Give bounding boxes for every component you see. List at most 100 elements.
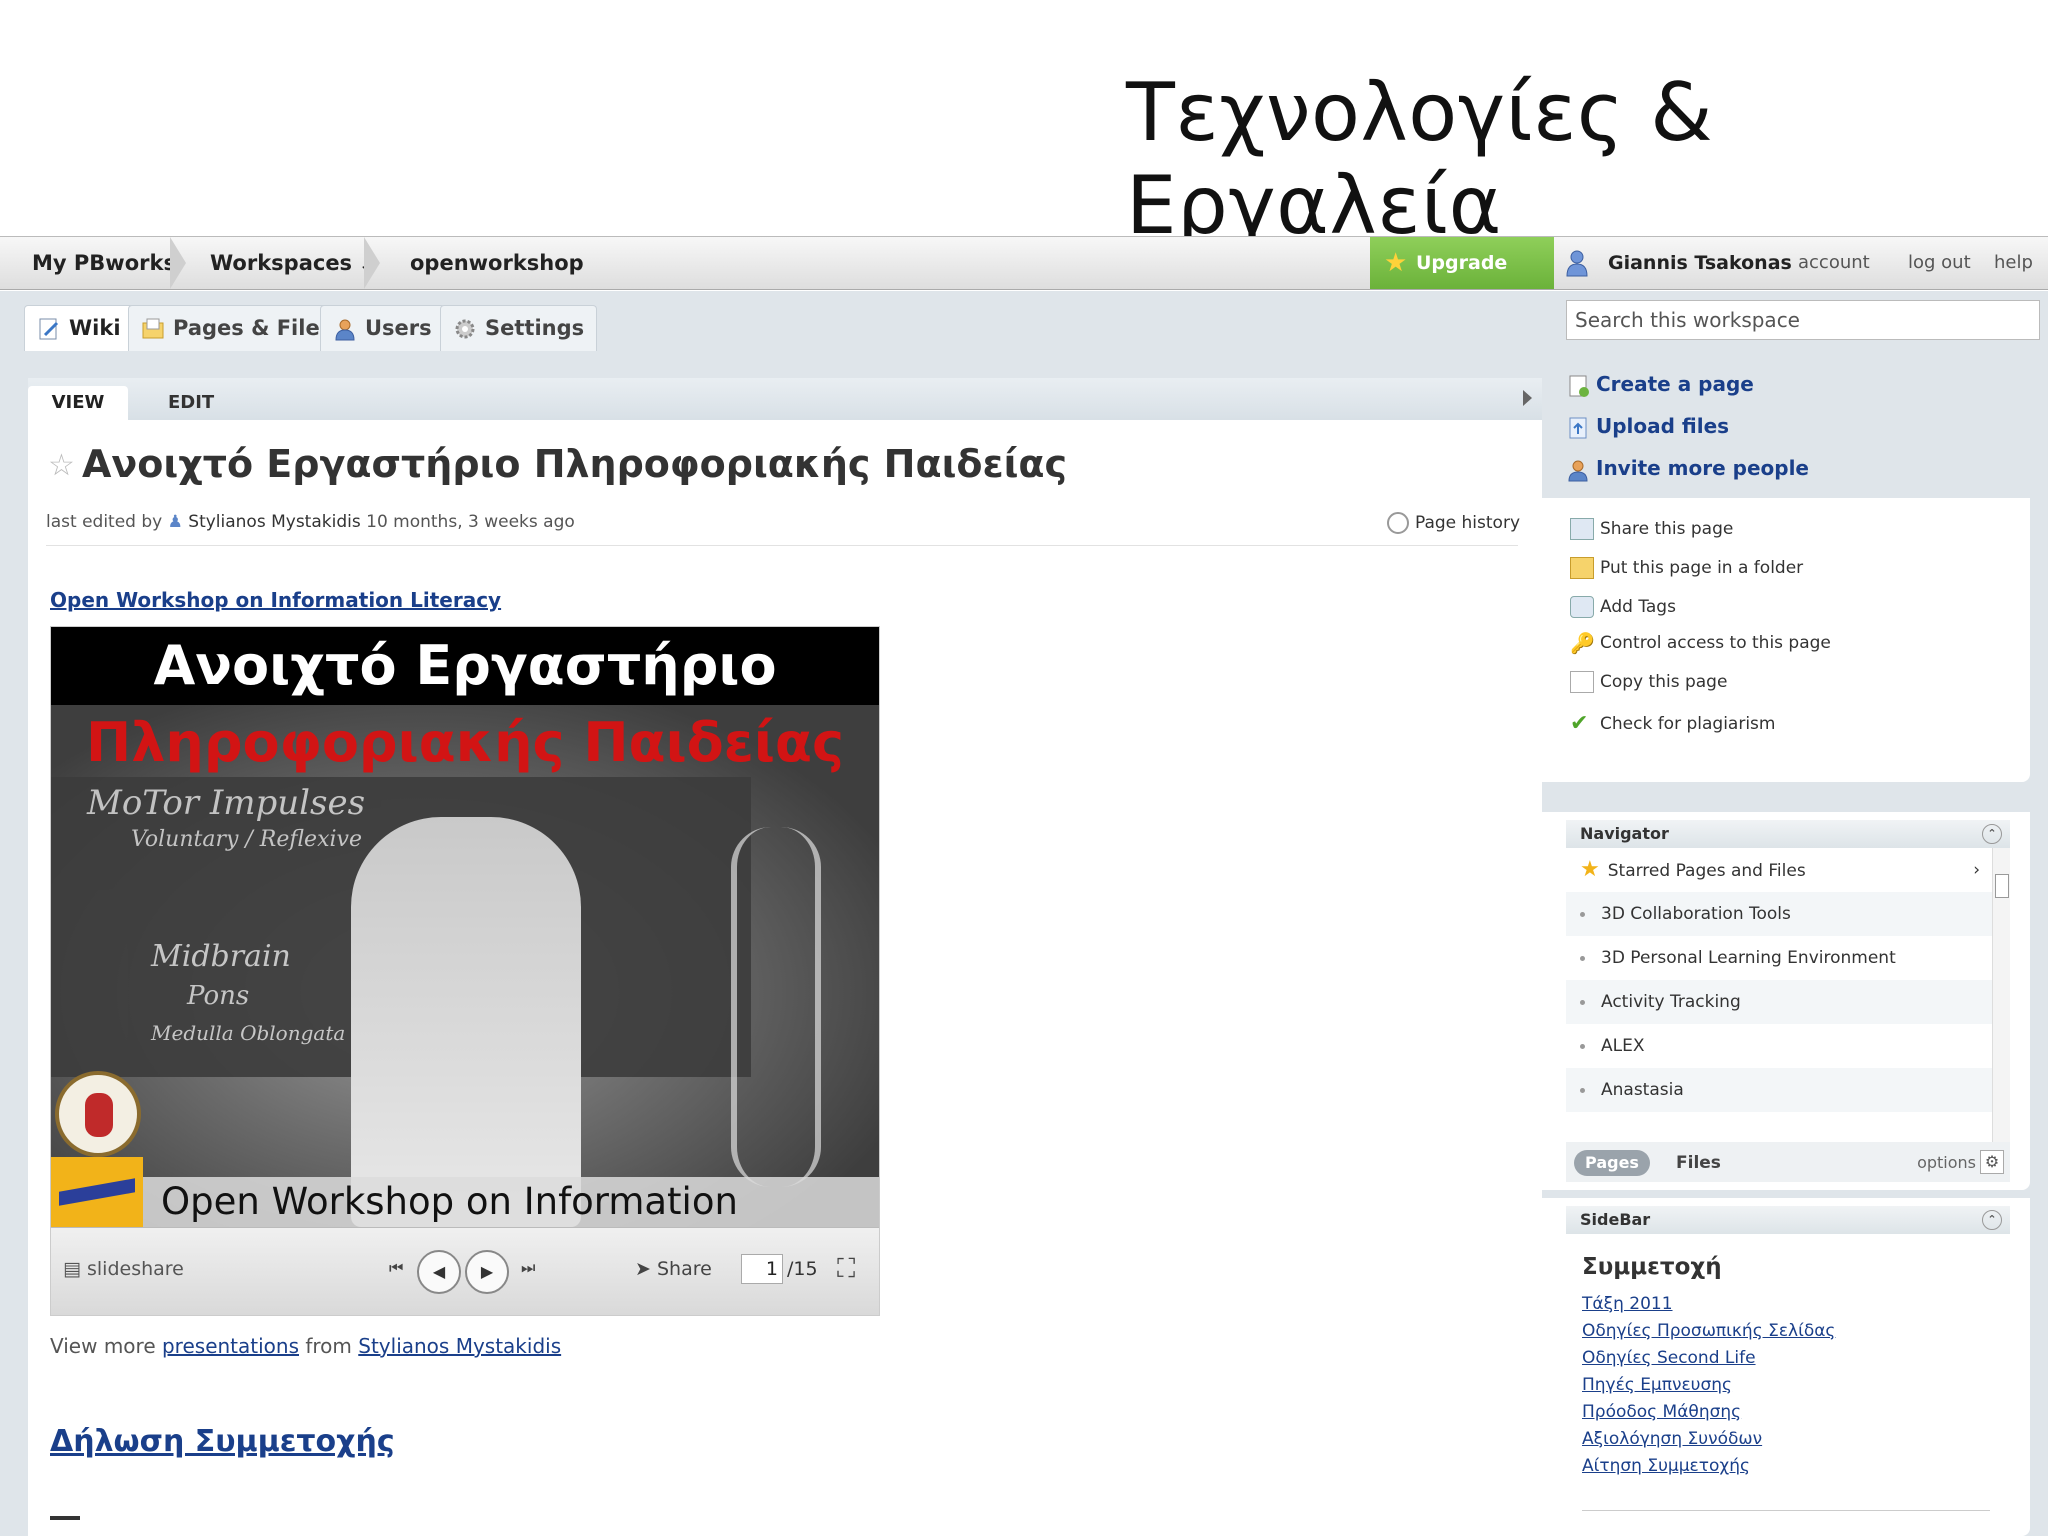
sidebar-link[interactable]: Οδηγίες Προσωπικής Σελίδας xyxy=(1582,1321,1835,1341)
collapse-icon[interactable]: ⌃ xyxy=(1982,824,2002,844)
view-more-from: from xyxy=(305,1334,352,1358)
navigator-item[interactable]: 3D Personal Learning Environment xyxy=(1566,936,1992,980)
upload-files-label: Upload files xyxy=(1596,414,1730,438)
sidebar-link[interactable]: Αξιολόγηση Συνόδων xyxy=(1582,1429,1762,1449)
star-icon: ★ xyxy=(1580,857,1600,882)
slide-heading: Ανοιχτό Εργαστήριο xyxy=(51,627,879,705)
page-history-link[interactable]: Page history xyxy=(1386,512,1520,534)
top-bar: My PBworks Workspaces ⌄ openworkshop ★ Up… xyxy=(0,236,2048,326)
gear-icon[interactable]: ⚙ xyxy=(1980,1150,2004,1174)
board-text: Voluntary / Reflexive xyxy=(131,827,362,852)
library-logo xyxy=(51,1157,143,1227)
breadcrumb-workspaces[interactable]: Workspaces ⌄ xyxy=(210,237,372,289)
account-link[interactable]: account xyxy=(1798,237,1870,289)
collapse-icon[interactable]: ⌃ xyxy=(1982,1210,2002,1230)
tab-view[interactable]: VIEW xyxy=(28,386,128,420)
scroll-thumb[interactable] xyxy=(1995,874,2009,898)
sidebar-link[interactable]: Οδηγίες Second Life xyxy=(1582,1348,1756,1368)
navigator-item[interactable]: Anastasia xyxy=(1566,1068,1992,1112)
options-link[interactable]: options xyxy=(1917,1150,1976,1176)
checkmark-icon: ✔ xyxy=(1570,711,1589,736)
navigator-item[interactable]: 3D Collaboration Tools xyxy=(1566,892,1992,936)
main-content: VIEW EDIT ☆ Ανοιχτό Εργαστήριο Πληροφορι… xyxy=(28,378,1542,1536)
breadcrumb-workspace-name[interactable]: openworkshop xyxy=(410,237,584,289)
share-page-label: Share this page xyxy=(1600,519,1734,539)
navigator-item-label: ALEX xyxy=(1601,1036,1645,1056)
invite-people-label: Invite more people xyxy=(1596,456,1809,480)
board-text: Pons xyxy=(187,981,250,1011)
files-toggle[interactable]: Files xyxy=(1676,1150,1721,1176)
slide-number-input[interactable]: 1 xyxy=(741,1254,783,1284)
navigator-title: Navigator xyxy=(1580,824,1669,843)
sidebar-link[interactable]: Πηγές Εμπνευσης xyxy=(1582,1375,1732,1395)
slide-image: MoTor Impulses Voluntary / Reflexive Mid… xyxy=(51,627,879,1227)
check-plagiarism-link[interactable]: ✔ Check for plagiarism xyxy=(1570,713,1775,735)
star-icon: ★ xyxy=(1384,248,1408,278)
fullscreen-icon[interactable]: ⛶ xyxy=(837,1254,855,1285)
navigator-item-label: Anastasia xyxy=(1601,1080,1684,1100)
editor-link[interactable]: Stylianos Mystakidis xyxy=(188,512,360,532)
sidebar-link[interactable]: Αίτηση Συμμετοχής xyxy=(1582,1456,1750,1476)
share-icon: ➤ xyxy=(635,1258,651,1280)
prev-icon: ◀ xyxy=(432,1262,446,1281)
next-slide-button[interactable]: ▶ xyxy=(465,1250,509,1294)
breadcrumb-my-pbworks[interactable]: My PBworks xyxy=(32,237,176,289)
user-name[interactable]: Giannis Tsakonas xyxy=(1608,237,1792,289)
prev-slide-button[interactable]: ◀ xyxy=(417,1250,461,1294)
starred-pages-item[interactable]: ★ Starred Pages and Files › xyxy=(1566,848,1992,892)
tab-pages-files[interactable]: Pages & Files xyxy=(128,305,346,351)
collapse-arrow-icon[interactable] xyxy=(1523,390,1532,406)
star-outline-icon[interactable]: ☆ xyxy=(48,448,75,483)
tab-settings[interactable]: Settings xyxy=(440,305,598,351)
share-button[interactable]: ➤ Share xyxy=(635,1258,712,1280)
tab-users[interactable]: Users xyxy=(320,305,445,351)
page-title: Ανοιχτό Εργαστήριο Πληροφοριακής Παιδεία… xyxy=(82,442,1068,486)
create-page-link[interactable]: Create a page xyxy=(1568,372,1754,398)
navigator-item-label: Activity Tracking xyxy=(1601,992,1741,1012)
slide-total: /15 xyxy=(787,1258,818,1280)
invite-people-link[interactable]: Invite more people xyxy=(1568,456,1809,482)
create-page-label: Create a page xyxy=(1596,372,1754,396)
view-more-line: View more presentations from Stylianos M… xyxy=(50,1334,561,1358)
copy-page-link[interactable]: Copy this page xyxy=(1570,671,1727,693)
slideshare-icon: ▤ xyxy=(63,1258,81,1280)
navigator-scrollbar[interactable] xyxy=(1992,848,2010,1142)
breadcrumb-separator xyxy=(170,237,186,289)
sidebar-link[interactable]: Πρόοδος Μάθησης xyxy=(1582,1402,1741,1422)
upload-icon xyxy=(1569,417,1587,438)
slideshare-logo[interactable]: ▤ slideshare xyxy=(63,1258,184,1280)
put-in-folder-link[interactable]: Put this page in a folder xyxy=(1570,557,1803,579)
pages-toggle[interactable]: Pages xyxy=(1574,1150,1650,1176)
board-text: Midbrain xyxy=(151,939,291,974)
last-slide-icon[interactable]: ⏭ xyxy=(521,1258,535,1278)
navigator-item[interactable]: Activity Tracking xyxy=(1566,980,1992,1024)
next-icon: ▶ xyxy=(480,1262,494,1281)
workshop-link[interactable]: Open Workshop on Information Literacy xyxy=(50,588,501,612)
bullet-icon xyxy=(1580,999,1585,1005)
tab-wiki[interactable]: Wiki xyxy=(24,305,134,351)
author-link[interactable]: Stylianos Mystakidis xyxy=(358,1334,561,1358)
tab-settings-label: Settings xyxy=(485,316,585,340)
search-input[interactable]: Search this workspace xyxy=(1566,300,2040,340)
presentations-link[interactable]: presentations xyxy=(162,1334,299,1358)
participation-link[interactable]: Δήλωση Συμμετοχής xyxy=(50,1424,395,1459)
edited-when: 10 months, 3 weeks ago xyxy=(366,512,575,532)
slideshare-embed: MoTor Impulses Voluntary / Reflexive Mid… xyxy=(50,626,880,1316)
upload-files-link[interactable]: Upload files xyxy=(1568,414,1729,440)
share-page-icon xyxy=(1570,518,1594,540)
board-text: Medulla Oblongata xyxy=(151,1021,346,1045)
tab-edit[interactable]: EDIT xyxy=(168,386,214,420)
control-access-link[interactable]: 🔑 Control access to this page xyxy=(1570,632,1831,654)
user-icon: ♟ xyxy=(167,512,183,532)
upgrade-button[interactable]: ★Upgrade Now! xyxy=(1370,237,1554,326)
page-history-label: Page history xyxy=(1414,513,1520,533)
share-page-link[interactable]: Share this page xyxy=(1570,518,1733,540)
sidebar-link[interactable]: Τάξη 2011 xyxy=(1582,1294,1673,1314)
help-link[interactable]: help xyxy=(1994,237,2033,289)
add-tags-link[interactable]: Add Tags xyxy=(1570,596,1676,618)
navigator-item[interactable]: ALEX xyxy=(1566,1024,1992,1068)
logout-link[interactable]: log out xyxy=(1908,237,1971,289)
bullet-icon xyxy=(1580,1043,1585,1049)
first-slide-icon[interactable]: ⏮ xyxy=(389,1258,403,1278)
sidebar-panel: SideBar ⌃ Συμμετοχή Τάξη 2011 Οδηγίες Προ… xyxy=(1542,1198,2030,1536)
